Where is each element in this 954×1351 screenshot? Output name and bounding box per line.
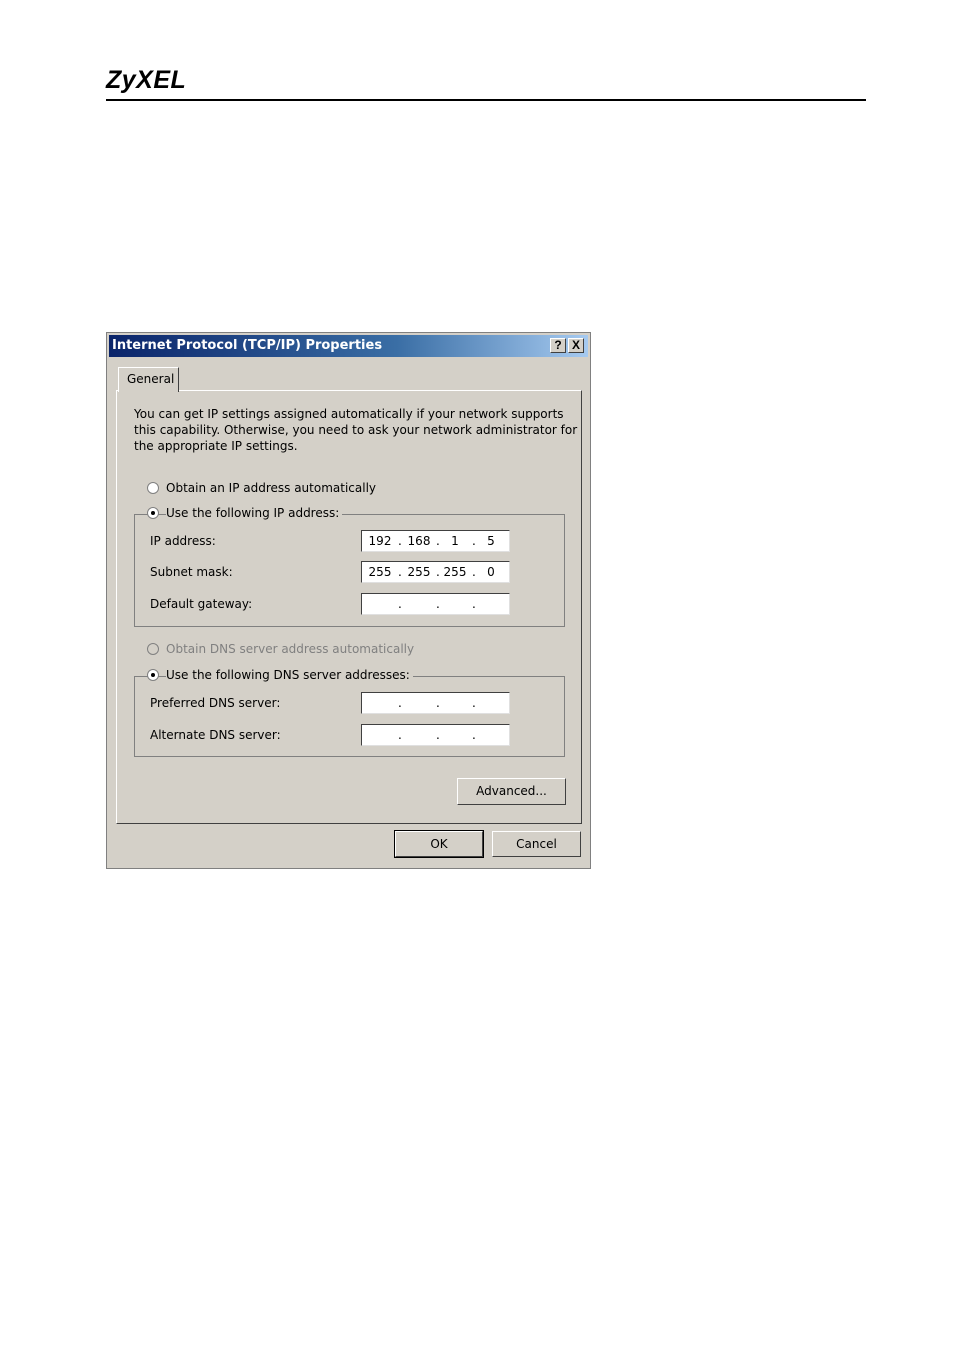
dialog-title: Internet Protocol (TCP/IP) Properties (112, 338, 383, 353)
header-rule (106, 99, 866, 101)
octet: 255 (368, 565, 392, 579)
octet-separator: . (398, 728, 402, 742)
octet-separator: . (398, 534, 402, 548)
octet-separator: . (472, 597, 476, 611)
obtain-ip-auto-label[interactable]: Obtain an IP address automatically (166, 481, 380, 495)
advanced-button[interactable]: Advanced... (457, 778, 566, 805)
use-following-dns-radio[interactable] (147, 669, 159, 681)
ip-address-field[interactable]: 192 . 168 . 1 . 5 (361, 530, 510, 552)
tab-general-label: General (127, 372, 175, 386)
octet-separator: . (436, 728, 440, 742)
octet: 255 (443, 565, 467, 579)
use-following-ip-radio[interactable] (147, 507, 159, 519)
title-bar[interactable]: Internet Protocol (TCP/IP) Properties ? … (109, 335, 588, 357)
use-following-ip-label[interactable]: Use the following IP address: (166, 506, 343, 520)
obtain-dns-auto-label: Obtain DNS server address automatically (166, 642, 418, 656)
close-icon: X (571, 338, 580, 352)
brand-logo: ZyXEL (106, 66, 187, 94)
tcpip-properties-dialog: Internet Protocol (TCP/IP) Properties ? … (106, 332, 591, 869)
default-gateway-label: Default gateway: (150, 597, 253, 611)
octet-separator: . (436, 696, 440, 710)
preferred-dns-label: Preferred DNS server: (150, 696, 281, 710)
cancel-button-label: Cancel (516, 837, 557, 851)
tab-general[interactable]: General (118, 367, 179, 392)
octet-separator: . (398, 565, 402, 579)
default-gateway-field[interactable]: . . . (361, 593, 510, 615)
octet: 0 (487, 565, 495, 579)
intro-text: You can get IP settings assigned automat… (134, 406, 578, 454)
intro-line: You can get IP settings assigned automat… (134, 407, 564, 421)
octet-separator: . (436, 597, 440, 611)
octet: 255 (407, 565, 431, 579)
subnet-mask-label: Subnet mask: (150, 565, 233, 579)
intro-line: this capability. Otherwise, you need to … (134, 423, 578, 437)
help-icon: ? (554, 338, 562, 352)
octet: 1 (451, 534, 459, 548)
ip-address-label: IP address: (150, 534, 216, 548)
octet-separator: . (472, 696, 476, 710)
subnet-mask-field[interactable]: 255 . 255 . 255 . 0 (361, 561, 510, 583)
advanced-button-label: Advanced... (476, 784, 547, 798)
octet-separator: . (472, 728, 476, 742)
ok-button[interactable]: OK (394, 830, 484, 858)
octet-separator: . (398, 696, 402, 710)
help-button[interactable]: ? (550, 338, 566, 353)
intro-line: the appropriate IP settings. (134, 439, 298, 453)
preferred-dns-field[interactable]: . . . (361, 692, 510, 714)
cancel-button[interactable]: Cancel (492, 831, 581, 857)
close-button[interactable]: X (568, 338, 584, 353)
octet: 192 (368, 534, 392, 548)
alternate-dns-label: Alternate DNS server: (150, 728, 281, 742)
ok-button-label: OK (430, 837, 448, 851)
octet: 5 (487, 534, 495, 548)
octet: 168 (407, 534, 431, 548)
use-following-dns-label[interactable]: Use the following DNS server addresses: (166, 668, 413, 682)
alternate-dns-field[interactable]: . . . (361, 724, 510, 746)
obtain-ip-auto-radio[interactable] (147, 482, 159, 494)
obtain-dns-auto-radio (147, 643, 159, 655)
octet-separator: . (398, 597, 402, 611)
